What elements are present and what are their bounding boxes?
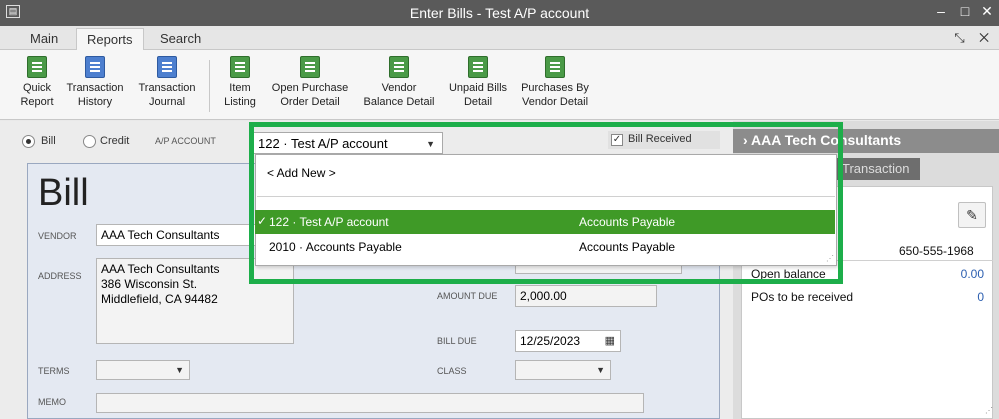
vendor-label: VENDOR — [38, 231, 77, 241]
open-balance-value[interactable]: 0.00 — [900, 267, 984, 281]
report-icon — [230, 56, 250, 78]
report-icon — [468, 56, 488, 78]
ribbon-label: Item — [229, 82, 251, 94]
ap-account-label: A/P ACCOUNT — [155, 136, 216, 146]
close-icon[interactable]: ✕ — [978, 3, 996, 20]
close-ribbon-icon[interactable]: ✕ — [979, 30, 989, 45]
ribbon-separator — [209, 60, 210, 112]
pencil-icon: ✎ — [966, 207, 978, 223]
highlight-box — [249, 122, 843, 284]
edit-vendor-button[interactable]: ✎ — [958, 202, 986, 228]
terms-select[interactable]: ▼ — [96, 360, 190, 380]
ribbon-label: Journal — [148, 96, 186, 108]
reports-ribbon: Quick Report Transaction History Transac… — [0, 50, 999, 120]
window-controls-group: ⤡ ✕ — [954, 30, 989, 46]
address-label: ADDRESS — [38, 271, 82, 281]
ribbon-label: Detail — [463, 96, 493, 108]
ribbon-label: Quick — [22, 82, 52, 94]
page-title: Bill — [38, 172, 89, 214]
tab-reports[interactable]: Reports — [76, 28, 144, 51]
bill-radio[interactable] — [22, 135, 35, 148]
ribbon-label: Listing — [224, 96, 256, 108]
class-label: CLASS — [437, 366, 467, 376]
ribbon-label: Vendor Detail — [521, 96, 589, 108]
resize-grip-icon[interactable]: ⋰ — [985, 406, 993, 415]
transaction-journal-button[interactable]: Transaction Journal — [134, 56, 200, 109]
window-titlebar: ▤ Enter Bills - Test A/P account – □ ✕ — [0, 0, 999, 26]
bill-due-field[interactable]: 12/25/2023 ▦ — [515, 330, 621, 352]
bill-due-label: BILL DUE — [437, 336, 477, 346]
history-icon — [85, 56, 105, 78]
ribbon-label: Order Detail — [280, 96, 340, 108]
tab-search[interactable]: Search — [160, 31, 201, 46]
maximize-icon[interactable]: □ — [956, 3, 974, 19]
ribbon-label: Purchases By — [521, 82, 589, 94]
class-select[interactable]: ▼ — [515, 360, 611, 380]
journal-icon — [157, 56, 177, 78]
ribbon-tabs: Main Reports Search ⤡ ✕ — [0, 26, 999, 51]
ribbon-label: Balance Detail — [363, 96, 435, 108]
credit-radio-label: Credit — [100, 135, 130, 147]
unpaid-bills-detail-button[interactable]: Unpaid Bills Detail — [442, 56, 514, 109]
bill-radio-label: Bill — [41, 135, 56, 147]
tab-main[interactable]: Main — [30, 31, 58, 46]
collapse-icon[interactable]: ⤡ — [954, 30, 964, 45]
ribbon-label: Vendor — [381, 82, 417, 94]
amount-due-label: AMOUNT DUE — [437, 291, 498, 301]
ribbon-label: Transaction — [66, 82, 124, 94]
chevron-down-icon[interactable]: ▼ — [175, 365, 184, 375]
memo-field[interactable] — [96, 393, 644, 413]
bill-due-value: 12/25/2023 — [520, 334, 581, 348]
amount-due-field[interactable]: 2,000.00 — [515, 285, 657, 307]
vendor-balance-detail-button[interactable]: Vendor Balance Detail — [356, 56, 442, 109]
ribbon-label: History — [77, 96, 113, 108]
report-icon — [300, 56, 320, 78]
quick-report-button[interactable]: Quick Report — [14, 56, 60, 109]
report-icon — [545, 56, 565, 78]
window-title: Enter Bills - Test A/P account — [409, 5, 590, 21]
purchases-by-vendor-detail-button[interactable]: Purchases By Vendor Detail — [514, 56, 596, 109]
ribbon-label: Transaction — [138, 82, 196, 94]
pos-to-receive-value[interactable]: 0 — [900, 290, 984, 304]
terms-label: TERMS — [38, 366, 70, 376]
item-listing-button[interactable]: Item Listing — [218, 56, 262, 109]
vendor-value: AAA Tech Consultants — [101, 228, 220, 242]
calendar-icon[interactable]: ▦ — [605, 334, 615, 347]
vendor-field[interactable]: AAA Tech Consultants — [96, 224, 256, 246]
address-line: Middlefield, CA 94482 — [101, 292, 218, 306]
credit-radio[interactable] — [83, 135, 96, 148]
ribbon-label: Report — [20, 96, 54, 108]
report-icon — [389, 56, 409, 78]
pos-to-receive-label: POs to be received — [751, 290, 854, 304]
open-purchase-order-detail-button[interactable]: Open Purchase Order Detail — [266, 56, 354, 109]
ribbon-label: Open Purchase — [271, 82, 349, 94]
minimize-icon[interactable]: – — [932, 3, 950, 19]
magnifier-report-icon — [27, 56, 47, 78]
ribbon-label: Unpaid Bills — [448, 82, 508, 94]
transaction-history-button[interactable]: Transaction History — [62, 56, 128, 109]
tab-transaction[interactable]: Transaction — [836, 158, 920, 180]
memo-label: MEMO — [38, 397, 66, 407]
vendor-phone: 650-555-1968 — [899, 244, 974, 258]
amount-due-value: 2,000.00 — [520, 289, 567, 303]
chevron-down-icon[interactable]: ▼ — [596, 365, 605, 375]
